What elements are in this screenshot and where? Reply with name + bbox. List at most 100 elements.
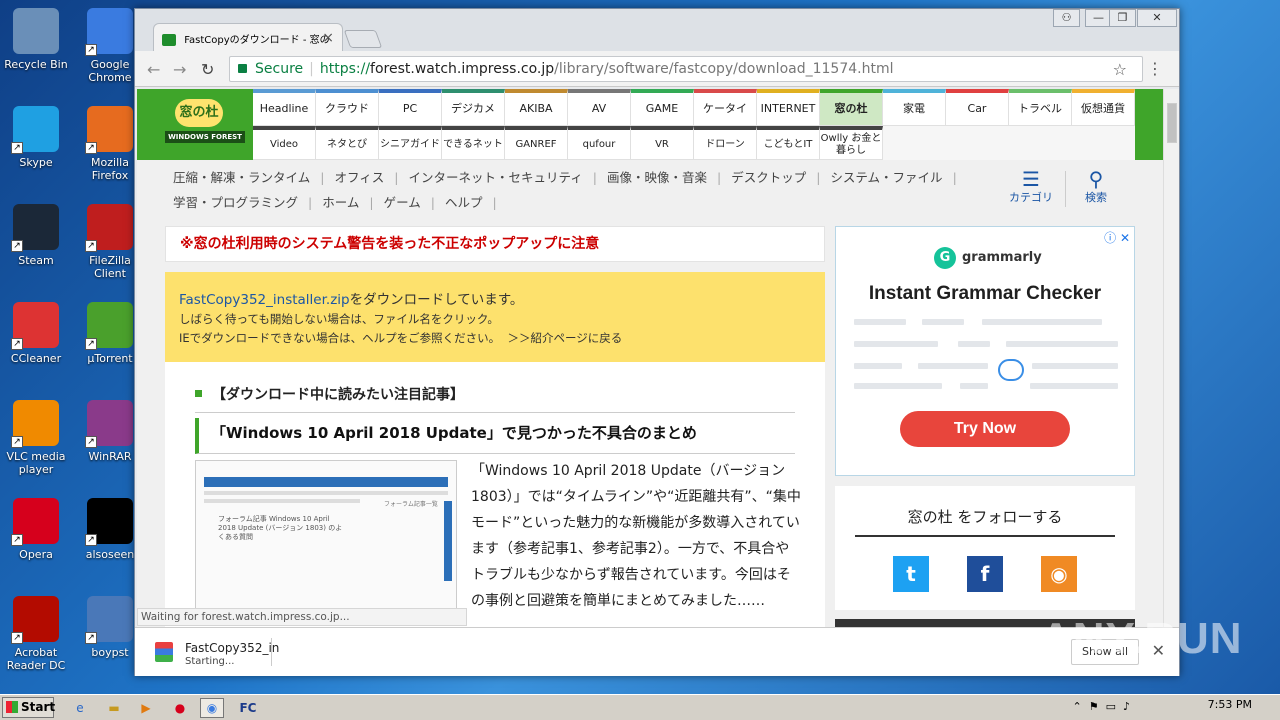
chrome-taskbar-icon[interactable]: ◉	[200, 698, 224, 718]
category-menu[interactable]: ☰ カテゴリ	[1009, 169, 1053, 205]
filezilla-icon: ↗	[85, 204, 133, 252]
site-favicon-icon	[162, 34, 176, 46]
download-item-status: Starting...	[185, 656, 235, 667]
nav-link[interactable]: ネタとぴ	[316, 126, 379, 160]
recycle-bin-icon	[13, 8, 59, 54]
grammarly-ad[interactable]: ⓘ ✕ Ggrammarly Instant Grammar Checker T…	[835, 226, 1135, 476]
nav-link[interactable]: AKIBA	[505, 89, 568, 126]
ad-headline: Instant Grammar Checker	[868, 283, 1102, 304]
nav-link[interactable]: 窓の杜	[820, 89, 883, 126]
download-item-name[interactable]: FastCopy352_in	[185, 641, 279, 655]
minimize-button[interactable]: —	[1085, 9, 1112, 27]
nav-link[interactable]: Car	[946, 89, 1009, 126]
category-link[interactable]: ゲーム	[384, 195, 421, 210]
opera-taskbar-icon[interactable]: ●	[168, 698, 192, 718]
profile-button[interactable]: ⚇	[1053, 9, 1080, 27]
ie-taskbar-icon[interactable]: e	[68, 698, 92, 718]
article-thumbnail[interactable]: フォーラム記事 Windows 10 April 2018 Update (バー…	[195, 460, 457, 610]
article-body: 「Windows 10 April 2018 Update（バージョン 1803…	[471, 463, 801, 609]
watermark: ANY.RUN	[1040, 614, 1243, 663]
security-alert-link[interactable]: ※窓の杜利用時のシステム警告を装った不正なポップアップに注意	[165, 226, 825, 262]
ad-info-close-icon[interactable]: ⓘ ✕	[1104, 229, 1130, 246]
category-link[interactable]: オフィス	[334, 170, 384, 185]
browser-window: FastCopyのダウンロード - 窓の × ⚇ — ❐ ✕ ← → ↻ Sec…	[134, 8, 1180, 676]
firefox-icon: ↗	[85, 106, 133, 154]
category-link[interactable]: ホーム	[322, 195, 359, 210]
nav-link[interactable]: INTERNET	[757, 89, 820, 126]
nav-link[interactable]: こどもとIT	[757, 126, 820, 160]
nav-link[interactable]: クラウド	[316, 89, 379, 126]
desktop-icon-label: CCleaner	[10, 352, 62, 365]
nav-link[interactable]: VR	[631, 126, 694, 160]
search-menu[interactable]: ⚲ 検索	[1085, 169, 1107, 205]
desktop-icon[interactable]: ↗ Acrobat Reader DC	[0, 596, 72, 672]
nav-link[interactable]: Owlly お金と暮らし	[820, 126, 883, 160]
thumb-title: フォーラム記事 Windows 10 April 2018 Update (バー…	[218, 515, 343, 541]
desktop-icon[interactable]: ↗ CCleaner	[0, 302, 72, 365]
desktop-icon-label: Opera	[19, 548, 53, 561]
back-to-intro-link[interactable]: ＞＞紹介ページに戻る	[507, 331, 622, 345]
desktop-icon[interactable]: ↗ Opera	[0, 498, 72, 561]
nav-link[interactable]: qufour	[568, 126, 631, 160]
category-row-2: 学習・プログラミング | ホーム | ゲーム | ヘルプ |	[173, 195, 497, 210]
close-window-button[interactable]: ✕	[1137, 9, 1177, 27]
tab-close-icon[interactable]: ×	[322, 30, 334, 46]
start-button[interactable]: Start	[2, 697, 55, 718]
nav-link[interactable]: AV	[568, 89, 631, 126]
download-filename-link[interactable]: FastCopy352_installer.zip	[179, 292, 350, 308]
bookmark-star-icon[interactable]: ☆	[1113, 60, 1127, 79]
category-link[interactable]: 画像・映像・音楽	[607, 170, 707, 185]
explorer-taskbar-icon[interactable]: ▬	[102, 698, 126, 718]
category-link[interactable]: ヘルプ	[445, 195, 483, 210]
tray-icons[interactable]: ⌃ ⚑ ▭ ♪	[1073, 696, 1130, 720]
header-accent	[1135, 89, 1163, 160]
desktop-icon[interactable]: ↗ Skype	[0, 106, 72, 169]
back-icon[interactable]: ←	[147, 60, 160, 79]
page-scrollbar[interactable]	[1163, 89, 1179, 627]
fastcopy-taskbar-icon[interactable]: FC	[236, 698, 260, 718]
rss-icon[interactable]: ◉	[1041, 556, 1077, 592]
twitter-icon[interactable]: t	[893, 556, 929, 592]
download-notice: FastCopy352_installer.zipをダウンロードしています。 し…	[165, 272, 825, 362]
article-headline-link[interactable]: 「Windows 10 April 2018 Update」で見つかった不具合の…	[195, 418, 795, 454]
category-link[interactable]: インターネット・セキュリティ	[408, 170, 582, 185]
desktop-icon[interactable]: ↗ Steam	[0, 204, 72, 267]
nav-link[interactable]: シニアガイド	[379, 126, 442, 160]
category-link[interactable]: システム・ファイル	[830, 170, 942, 185]
url-path: /library/software/fastcopy/download_1157…	[554, 61, 894, 77]
opera-icon: ↗	[11, 498, 59, 546]
desktop-icon[interactable]: ↗ VLC media player	[0, 400, 72, 476]
forward-icon[interactable]: →	[173, 60, 186, 79]
maximize-button[interactable]: ❐	[1109, 9, 1136, 27]
nav-link[interactable]: ケータイ	[694, 89, 757, 126]
reload-icon[interactable]: ↻	[201, 60, 214, 79]
nav-link[interactable]: PC	[379, 89, 442, 126]
nav-link[interactable]: できるネット	[442, 126, 505, 160]
ie-help-text: IEでダウンロードできない場合は、ヘルプをご参照ください。	[179, 331, 501, 345]
nav-link[interactable]: 仮想通貨	[1072, 89, 1135, 126]
category-link[interactable]: 圧縮・解凍・ランタイム	[173, 170, 310, 185]
nav-link[interactable]: Headline	[253, 89, 316, 126]
nav-link[interactable]: GANREF	[505, 126, 568, 160]
category-menu-label: カテゴリ	[1009, 191, 1053, 204]
try-now-button[interactable]: Try Now	[900, 411, 1070, 447]
site-logo[interactable]: 窓の杜 WINDOWS FOREST	[137, 89, 253, 160]
nav-link[interactable]: 家電	[883, 89, 946, 126]
nav-link[interactable]: デジカメ	[442, 89, 505, 126]
desktop-icon[interactable]: Recycle Bin	[0, 8, 72, 71]
media-player-taskbar-icon[interactable]: ▶	[134, 698, 158, 718]
facebook-icon[interactable]: f	[967, 556, 1003, 592]
category-link[interactable]: デスクトップ	[731, 170, 806, 185]
nav-link[interactable]: トラベル	[1009, 89, 1072, 126]
windows-flag-icon	[6, 701, 18, 713]
nav-link[interactable]: ドローン	[694, 126, 757, 160]
address-bar[interactable]: Secure | https://forest.watch.impress.co.j…	[229, 56, 1143, 82]
browser-tab[interactable]: FastCopyのダウンロード - 窓の ×	[153, 23, 343, 53]
nav-link[interactable]: GAME	[631, 89, 694, 126]
tab-title: FastCopyのダウンロード - 窓の	[184, 35, 330, 46]
chrome-menu-icon[interactable]: ⋮	[1147, 59, 1163, 78]
secure-label: Secure	[255, 61, 304, 77]
nav-link[interactable]: Video	[253, 126, 316, 160]
category-link[interactable]: 学習・プログラミング	[173, 195, 298, 210]
new-tab-button[interactable]	[343, 30, 383, 48]
